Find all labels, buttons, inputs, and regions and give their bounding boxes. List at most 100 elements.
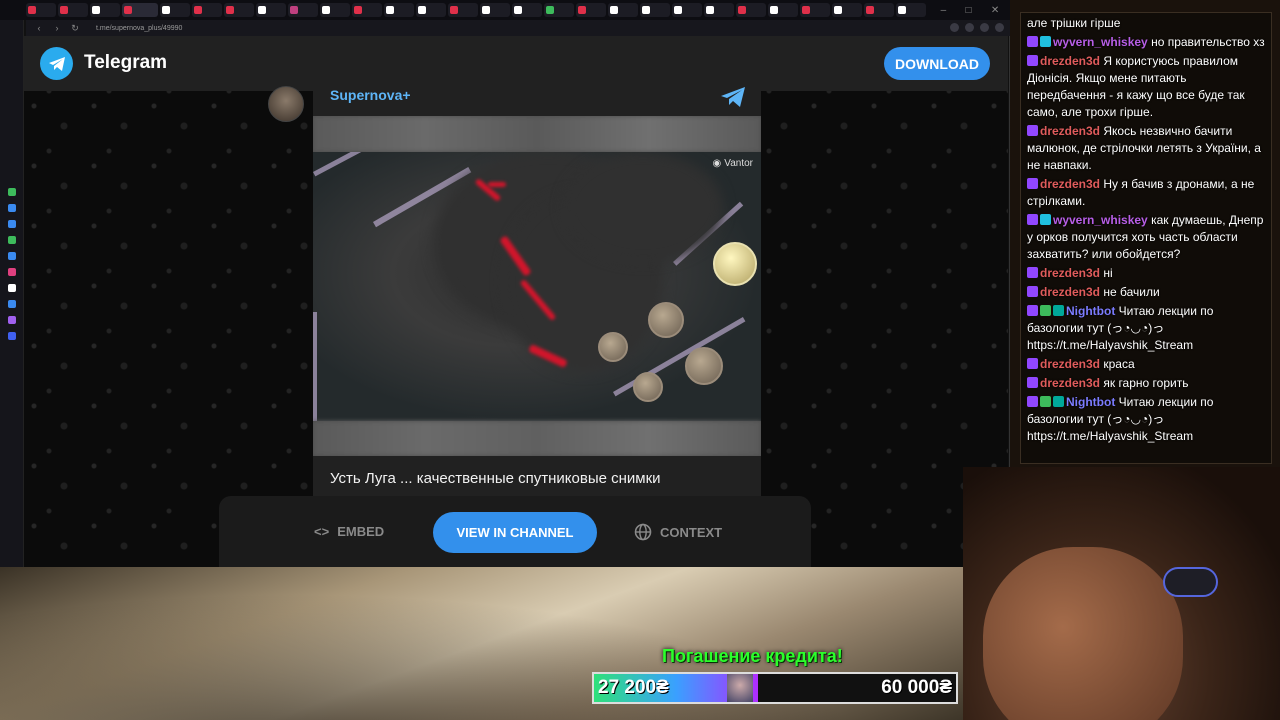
chat-message: drezden3d краса — [1027, 356, 1265, 373]
browser-tab[interactable] — [256, 3, 286, 17]
extension-icon[interactable] — [995, 23, 1004, 32]
sidebar-app-icon[interactable] — [8, 204, 16, 212]
tab-favicon-icon — [290, 6, 298, 14]
tab-favicon-icon — [322, 6, 330, 14]
context-button[interactable]: CONTEXT — [634, 523, 722, 541]
browser-tab[interactable] — [704, 3, 734, 17]
tab-favicon-icon — [610, 6, 618, 14]
sidebar-app-icon[interactable] — [8, 252, 16, 260]
browser-tab[interactable] — [768, 3, 798, 17]
chat-username[interactable]: Nightbot — [1066, 304, 1115, 318]
tab-favicon-icon — [706, 6, 714, 14]
browser-tab[interactable] — [896, 3, 926, 17]
credit-progress-bar: 27 200₴ 60 000₴ — [592, 672, 958, 704]
extension-icon[interactable] — [950, 23, 959, 32]
sidebar-app-icon[interactable] — [8, 188, 16, 196]
browser-tab[interactable] — [864, 3, 894, 17]
window-controls: – □ ✕ — [931, 0, 1009, 20]
browser-tab[interactable] — [480, 3, 510, 17]
reload-icon[interactable]: ↻ — [70, 23, 80, 34]
chat-username[interactable]: drezden3d — [1040, 54, 1100, 68]
telegram-share-icon[interactable] — [720, 86, 746, 108]
sidebar-app-icon[interactable] — [8, 268, 16, 276]
tab-favicon-icon — [162, 6, 170, 14]
sidebar-app-icon[interactable] — [8, 316, 16, 324]
chat-username[interactable]: Nightbot — [1066, 395, 1115, 409]
tab-favicon-icon — [450, 6, 458, 14]
browser-tab[interactable] — [192, 3, 222, 17]
browser-tab[interactable] — [672, 3, 702, 17]
vantor-watermark: ◉ Vantor — [713, 158, 753, 169]
embed-button[interactable]: <> EMBED — [314, 524, 384, 539]
sidebar-app-icon[interactable] — [8, 284, 16, 292]
browser-tab[interactable] — [26, 3, 56, 17]
chat-message: drezden3d ні — [1027, 265, 1265, 282]
browser-tab[interactable] — [58, 3, 88, 17]
tab-favicon-icon — [226, 6, 234, 14]
browser-tab[interactable] — [352, 3, 382, 17]
browser-tab[interactable] — [320, 3, 350, 17]
browser-tab[interactable] — [224, 3, 254, 17]
channel-avatar[interactable] — [268, 86, 304, 122]
browser-tab[interactable] — [512, 3, 542, 17]
browser-tab[interactable] — [384, 3, 414, 17]
close-button[interactable]: ✕ — [991, 5, 999, 16]
forward-icon[interactable]: › — [52, 23, 62, 33]
channel-name[interactable]: Supernova+ — [330, 87, 411, 103]
sidebar-app-icon[interactable] — [8, 300, 16, 308]
browser-tab[interactable] — [448, 3, 478, 17]
maximize-button[interactable]: □ — [966, 5, 972, 16]
globe-icon — [634, 523, 652, 541]
browser-tab[interactable] — [544, 3, 574, 17]
browser-tab[interactable] — [288, 3, 318, 17]
webcam-feed — [963, 467, 1280, 720]
eye-icon: ◉ — [712, 158, 722, 169]
chat-text: як гарно горить — [1103, 376, 1189, 390]
chat-username[interactable]: drezden3d — [1040, 357, 1100, 371]
chat-username[interactable]: drezden3d — [1040, 285, 1100, 299]
chat-username[interactable]: wyvern_whiskey — [1053, 213, 1148, 227]
chat-username[interactable]: drezden3d — [1040, 177, 1100, 191]
pier-structure — [313, 312, 317, 421]
browser-tab[interactable] — [416, 3, 446, 17]
sidebar-app-icon[interactable] — [8, 220, 16, 228]
browser-tab[interactable] — [160, 3, 190, 17]
chat-username[interactable]: drezden3d — [1040, 124, 1100, 138]
extension-icon[interactable] — [965, 23, 974, 32]
browser-tab[interactable] — [608, 3, 638, 17]
tab-favicon-icon — [578, 6, 586, 14]
tab-favicon-icon — [802, 6, 810, 14]
view-in-channel-button[interactable]: VIEW IN CHANNEL — [433, 512, 597, 553]
browser-tab[interactable] — [576, 3, 606, 17]
extensions-area — [950, 23, 1004, 32]
download-button[interactable]: DOWNLOAD — [884, 47, 990, 80]
minimize-button[interactable]: – — [941, 5, 947, 16]
extension-icon[interactable] — [980, 23, 989, 32]
sidebar-app-icon[interactable] — [8, 332, 16, 340]
url-input[interactable]: t.me/supernova_plus/49990 — [96, 25, 182, 32]
chat-username[interactable]: wyvern_whiskey — [1053, 35, 1148, 49]
sidebar-app-icon[interactable] — [8, 236, 16, 244]
microphone — [1163, 567, 1218, 597]
tab-favicon-icon — [770, 6, 778, 14]
tab-bar — [0, 0, 1010, 20]
chat-message: drezden3d Я користуюсь правилом Діонісія… — [1027, 53, 1265, 121]
tab-favicon-icon — [642, 6, 650, 14]
back-icon[interactable]: ‹ — [34, 23, 44, 33]
chat-username[interactable]: drezden3d — [1040, 266, 1100, 280]
browser-tab[interactable] — [832, 3, 862, 17]
browser-tab[interactable] — [90, 3, 120, 17]
telegram-logo-icon[interactable] — [40, 47, 73, 80]
browser-tab[interactable] — [736, 3, 766, 17]
tab-favicon-icon — [898, 6, 906, 14]
tab-favicon-icon — [28, 6, 36, 14]
donor-thumbnail — [727, 674, 753, 702]
browser-tab[interactable] — [800, 3, 830, 17]
browser-tab[interactable] — [122, 3, 158, 17]
post-media[interactable]: ◉ Vantor — [313, 116, 761, 456]
chat-text: але трішки гірше — [1027, 16, 1121, 30]
browser-tab[interactable] — [640, 3, 670, 17]
storage-tank — [648, 302, 684, 338]
chat-username[interactable]: drezden3d — [1040, 376, 1100, 390]
fire-spot — [488, 182, 506, 187]
